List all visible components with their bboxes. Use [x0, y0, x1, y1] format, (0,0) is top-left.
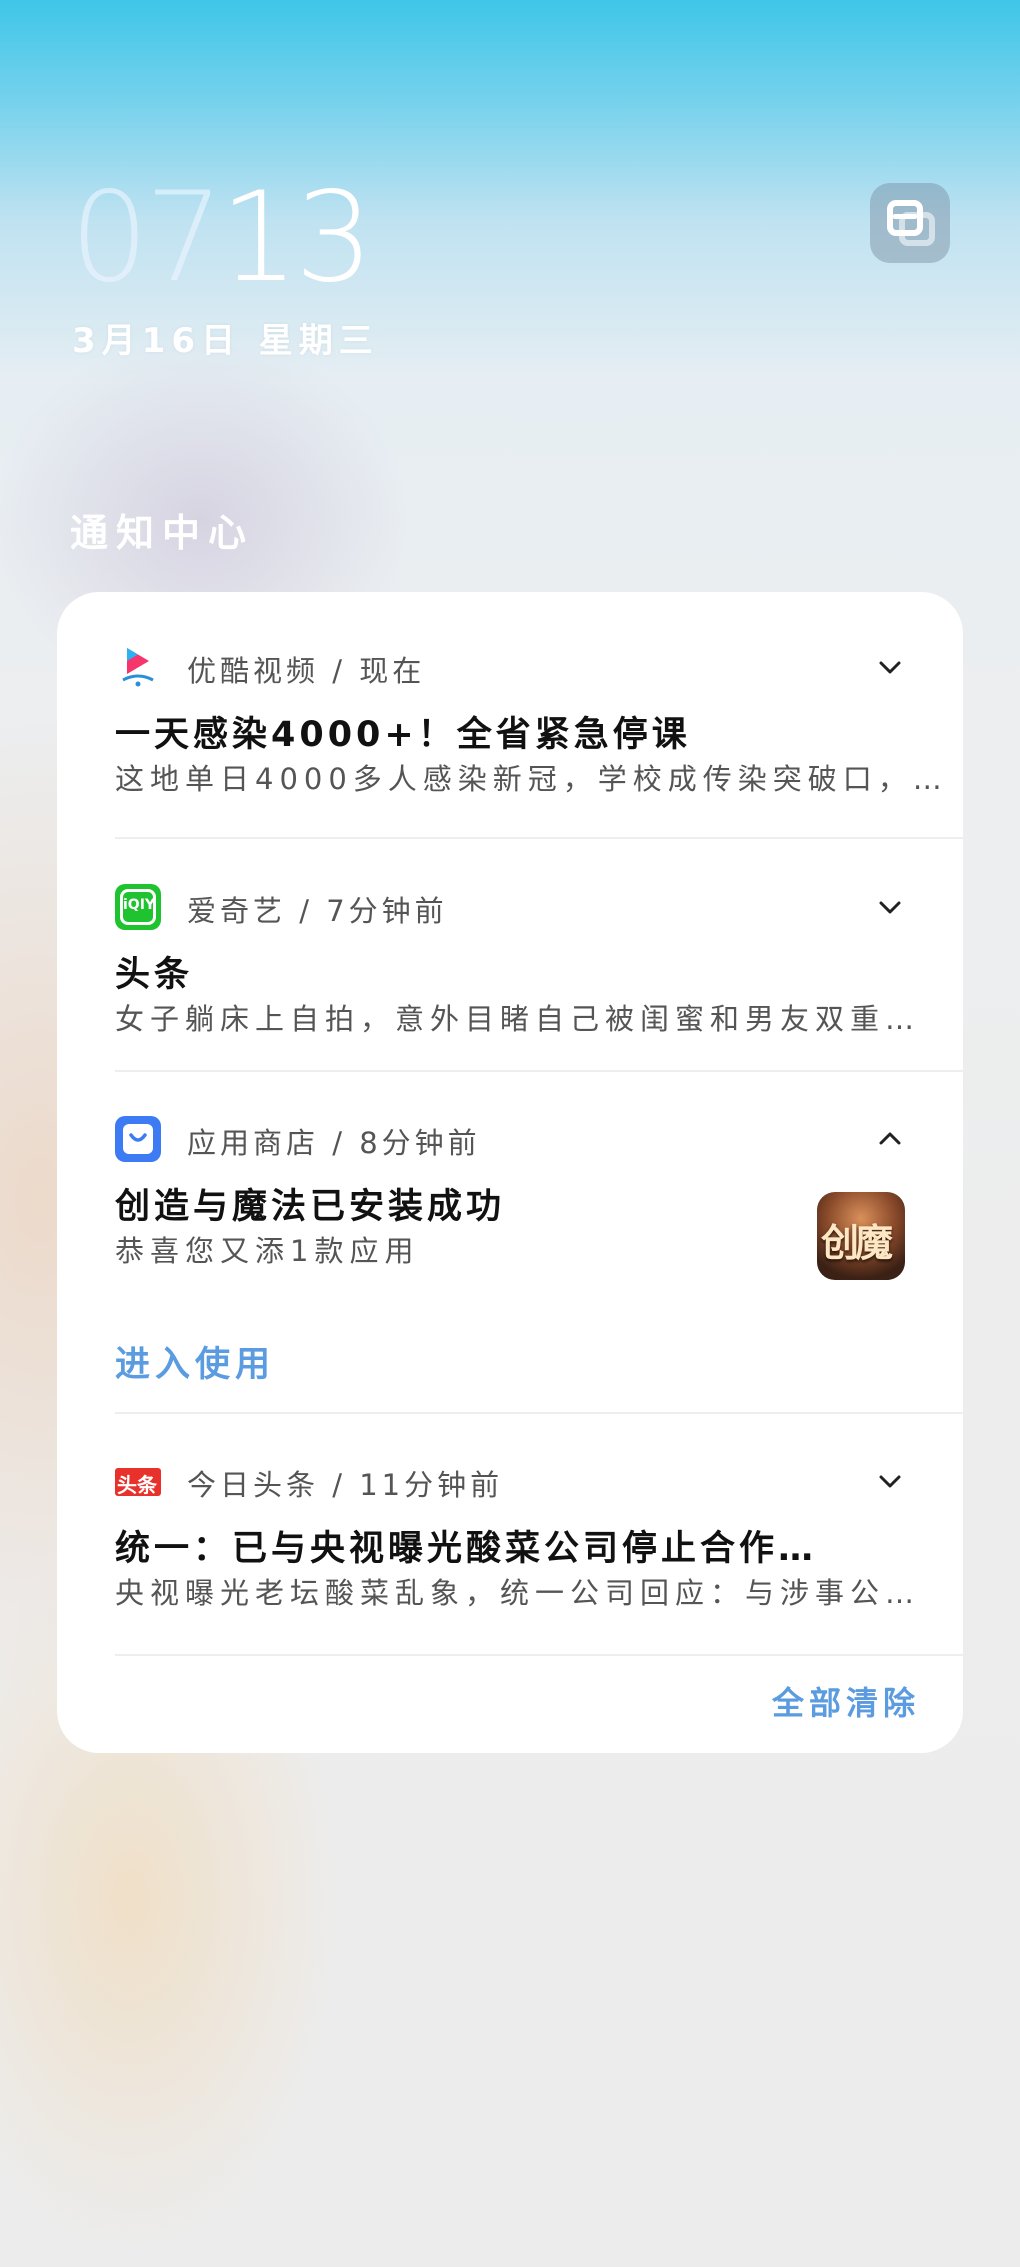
notification-body: 女子躺床上自拍，意外目睹自己被闺蜜和男友双重… [115, 1002, 921, 1036]
notification-header: 优酷视频 / 现在 [115, 644, 907, 694]
chevron-down-icon[interactable] [873, 650, 907, 684]
view-switch-button[interactable] [870, 183, 950, 263]
notification-body: 央视曝光老坛酸菜乱象，统一公司回应：与涉事公… [115, 1576, 921, 1610]
iqiyi-icon: iQIY [115, 884, 161, 930]
app-thumbnail-text: 创魔 [821, 1221, 893, 1265]
iqiyi-icon-text: iQIY [123, 897, 156, 913]
notification-title: 创造与魔法已安装成功 [115, 1187, 506, 1227]
notification-meta: 今日头条 / 11分钟前 [187, 1468, 504, 1502]
lockscreen-clock: 0713 [70, 176, 374, 300]
lockscreen-date: 3月16日 星期三 [72, 321, 379, 361]
divider [115, 1412, 963, 1414]
divider [115, 837, 963, 839]
chevron-down-icon[interactable] [873, 1464, 907, 1498]
app-thumbnail: 创魔 [817, 1192, 905, 1280]
notification-title: 一天感染4000+！全省紧急停课 [115, 715, 691, 755]
notification-meta: 应用商店 / 8分钟前 [187, 1126, 481, 1160]
open-app-button[interactable]: 进入使用 [115, 1336, 275, 1387]
notification-meta: 爱奇艺 / 7分钟前 [187, 894, 448, 928]
clock-minutes: 13 [219, 166, 374, 310]
app-store-icon [115, 1116, 161, 1162]
divider [115, 1070, 963, 1072]
clear-all-button[interactable]: 全部清除 [772, 1678, 920, 1724]
notification-center-title: 通知中心 [70, 511, 255, 555]
youku-icon [115, 644, 161, 690]
divider [115, 1654, 963, 1656]
notification-card: 优酷视频 / 现在 一天感染4000+！全省紧急停课 这地单日4000多人感染新… [57, 592, 963, 1753]
notification-header: 应用商店 / 8分钟前 [115, 1116, 907, 1166]
notification-header: iQIY 爱奇艺 / 7分钟前 [115, 884, 907, 934]
notification-header: 头条 今日头条 / 11分钟前 [115, 1458, 907, 1508]
notification-title: 头条 [115, 955, 194, 995]
toutiao-icon-text: 头条 [117, 1473, 157, 1497]
notification-meta: 优酷视频 / 现在 [187, 654, 426, 688]
switch-bar-icon [893, 214, 917, 219]
chevron-up-icon[interactable] [873, 1122, 907, 1156]
notification-body: 这地单日4000多人感染新冠，学校成传染突破口，… [115, 762, 948, 796]
clock-hours: 07 [70, 166, 224, 310]
toutiao-icon: 头条 [115, 1468, 161, 1497]
chevron-down-icon[interactable] [873, 890, 907, 924]
notification-body: 恭喜您又添1款应用 [115, 1234, 420, 1268]
notification-title: 统一：已与央视曝光酸菜公司停止合作… [115, 1529, 818, 1569]
